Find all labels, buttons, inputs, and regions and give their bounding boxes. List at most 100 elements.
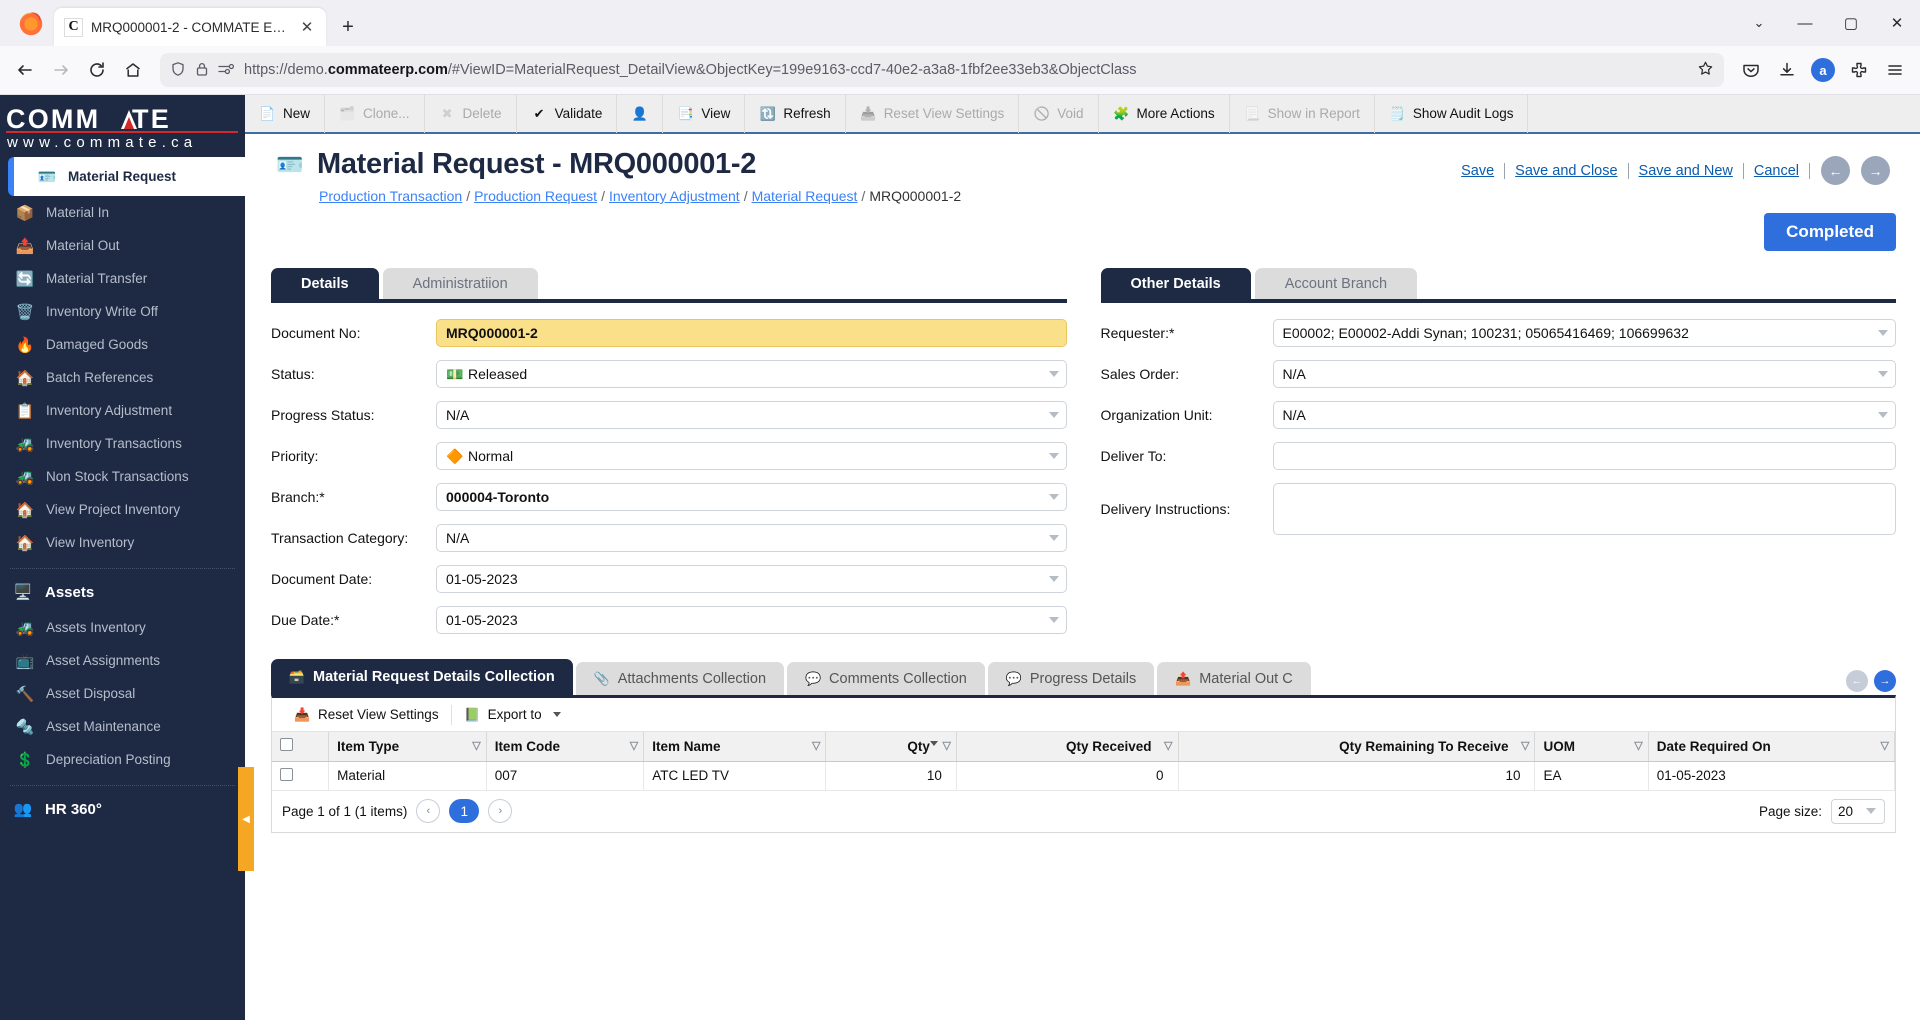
home-button[interactable]: [116, 53, 150, 87]
url-bar[interactable]: https://demo.commateerp.com/#ViewID=Mate…: [160, 53, 1724, 87]
row-select-cell[interactable]: [272, 761, 329, 790]
chevron-down-icon[interactable]: [1878, 330, 1888, 336]
details-tab-details[interactable]: Details: [271, 268, 379, 299]
toolbar-person[interactable]: 👤: [617, 94, 663, 133]
collection-tabs-prev[interactable]: ←: [1846, 670, 1868, 692]
chevron-down-icon[interactable]: [1049, 371, 1059, 377]
browser-tab[interactable]: C MRQ000001-2 - COMMATE ERP ✕: [54, 8, 326, 46]
breadcrumb-item-inventory-adjustment[interactable]: Inventory Adjustment: [609, 188, 740, 204]
pager-prev-button[interactable]: ‹: [416, 799, 440, 823]
toolbar-view[interactable]: 📑View: [663, 94, 745, 133]
sidebar-item-asset-maintenance[interactable]: 🔩Asset Maintenance: [0, 710, 245, 743]
url-text[interactable]: https://demo.commateerp.com/#ViewID=Mate…: [244, 62, 1688, 78]
maximize-button[interactable]: ▢: [1828, 0, 1874, 46]
account-badge[interactable]: a: [1811, 58, 1835, 82]
sidebar-collapse-handle[interactable]: ◀: [238, 767, 254, 871]
breadcrumb-item-production-transaction[interactable]: Production Transaction: [319, 188, 462, 204]
toolbar-new[interactable]: 📄New: [245, 94, 325, 133]
column-header-qty-remaining-to-receive[interactable]: Qty Remaining To Receive▽: [1178, 732, 1535, 761]
tab-close-icon[interactable]: ✕: [298, 18, 316, 36]
cancel-link[interactable]: Cancel: [1744, 163, 1810, 179]
save-and-new-link[interactable]: Save and New: [1629, 163, 1744, 179]
other-details-field-delivery-instructions[interactable]: [1273, 483, 1897, 535]
details-field-document-no[interactable]: MRQ000001-2: [436, 319, 1067, 347]
other-details-field-requester[interactable]: E00002; E00002-Addi Synan; 100231; 05065…: [1273, 319, 1897, 347]
column-filter-icon[interactable]: ▽: [630, 739, 638, 752]
column-header-date-required-on[interactable]: Date Required On▽: [1648, 732, 1894, 761]
details-field-progress-status[interactable]: N/A: [436, 401, 1067, 429]
toolbar-validate[interactable]: ✔Validate: [517, 94, 618, 133]
sidebar-item-damaged-goods[interactable]: 🔥Damaged Goods: [0, 328, 245, 361]
column-header-uom[interactable]: UOM▽: [1535, 732, 1648, 761]
sidebar-item-material-out[interactable]: 📤Material Out: [0, 229, 245, 262]
table-row[interactable]: Material007ATC LED TV10010EA01-05-2023: [272, 761, 1895, 790]
sidebar-item-asset-assignments[interactable]: 📺Asset Assignments: [0, 644, 245, 677]
collection-tab-material-out-c[interactable]: 📤Material Out C: [1157, 662, 1310, 695]
collection-tab-comments-collection[interactable]: 💬Comments Collection: [787, 662, 985, 695]
sidebar-item-view-project-inventory[interactable]: 🏠View Project Inventory: [0, 493, 245, 526]
sidebar-item-non-stock-transactions[interactable]: 🚜Non Stock Transactions: [0, 460, 245, 493]
downloads-icon[interactable]: [1770, 53, 1804, 87]
sidebar-item-inventory-adjustment[interactable]: 📋Inventory Adjustment: [0, 394, 245, 427]
sidebar-group-assets[interactable]: 🖥️ Assets: [0, 573, 245, 611]
column-header-item-code[interactable]: Item Code▽: [486, 732, 644, 761]
sidebar-item-depreciation-posting[interactable]: 💲Depreciation Posting: [0, 743, 245, 776]
sidebar-item-inventory-transactions[interactable]: 🚜Inventory Transactions: [0, 427, 245, 460]
sort-arrow-icon[interactable]: [930, 741, 938, 746]
column-header-item-name[interactable]: Item Name▽: [644, 732, 826, 761]
extensions-icon[interactable]: [1842, 53, 1876, 87]
chevron-down-icon[interactable]: [1049, 617, 1059, 623]
breadcrumb-item-material-request[interactable]: Material Request: [752, 188, 858, 204]
sidebar-item-view-inventory[interactable]: 🏠View Inventory: [0, 526, 245, 559]
pager-next-button[interactable]: ›: [488, 799, 512, 823]
sidebar-item-material-in[interactable]: 📦Material In: [0, 196, 245, 229]
pocket-icon[interactable]: [1734, 53, 1768, 87]
details-field-transaction-category[interactable]: N/A: [436, 524, 1067, 552]
chevron-down-icon[interactable]: [1878, 371, 1888, 377]
column-filter-icon[interactable]: ▽: [942, 739, 950, 752]
column-filter-icon[interactable]: ▽: [472, 739, 480, 752]
sidebar-item-material-transfer[interactable]: 🔄Material Transfer: [0, 262, 245, 295]
select-all-checkbox[interactable]: [280, 738, 293, 751]
column-header-qty-received[interactable]: Qty Received▽: [956, 732, 1178, 761]
column-filter-icon[interactable]: ▽: [1881, 739, 1889, 752]
toolbar-more-actions[interactable]: 🧩More Actions: [1099, 94, 1230, 133]
column-filter-icon[interactable]: ▽: [1521, 739, 1529, 752]
commate-logo[interactable]: COMM TE www.commate.ca: [0, 95, 245, 157]
app-menu-icon[interactable]: [1878, 53, 1912, 87]
reload-button[interactable]: [80, 53, 114, 87]
collection-tab-material-request-details-collection[interactable]: 🗃️Material Request Details Collection: [271, 659, 573, 695]
column-header-select[interactable]: [272, 732, 329, 761]
sidebar-group-hr[interactable]: 👥 HR 360°: [0, 790, 245, 828]
sidebar-item-material-request[interactable]: 🪪 Material Request: [8, 157, 245, 196]
chevron-down-icon[interactable]: [553, 712, 561, 717]
collection-tab-attachments-collection[interactable]: 📎Attachments Collection: [576, 662, 784, 695]
list-all-tabs-icon[interactable]: ⌄: [1736, 0, 1782, 46]
other-details-field-deliver-to[interactable]: [1273, 442, 1897, 470]
other-details-field-sales-order[interactable]: N/A: [1273, 360, 1897, 388]
column-filter-icon[interactable]: ▽: [812, 739, 820, 752]
column-filter-icon[interactable]: ▽: [1634, 739, 1642, 752]
account-icon[interactable]: a: [1806, 53, 1840, 87]
page-size-select[interactable]: 20: [1831, 799, 1885, 824]
details-field-due-date[interactable]: 01-05-2023: [436, 606, 1067, 634]
chevron-down-icon[interactable]: [1049, 494, 1059, 500]
chevron-down-icon[interactable]: [1049, 576, 1059, 582]
next-record-button[interactable]: →: [1861, 156, 1890, 185]
chevron-down-icon[interactable]: [1049, 453, 1059, 459]
grid-toolbar-export-to[interactable]: 📗Export to: [452, 706, 573, 723]
close-window-button[interactable]: ✕: [1874, 0, 1920, 46]
back-button[interactable]: [8, 53, 42, 87]
details-field-priority[interactable]: 🔶Normal: [436, 442, 1067, 470]
other-details-field-organization-unit[interactable]: N/A: [1273, 401, 1897, 429]
grid-toolbar-reset-view-settings[interactable]: 📥Reset View Settings: [282, 706, 451, 723]
details-field-branch[interactable]: 000004-Toronto: [436, 483, 1067, 511]
save-link[interactable]: Save: [1451, 163, 1505, 179]
details-field-status[interactable]: 💵Released: [436, 360, 1067, 388]
save-and-close-link[interactable]: Save and Close: [1505, 163, 1628, 179]
collection-tabs-next[interactable]: →: [1874, 670, 1896, 692]
details-tab-administratiion[interactable]: Administratiion: [383, 268, 538, 299]
chevron-down-icon[interactable]: [1049, 412, 1059, 418]
column-header-item-type[interactable]: Item Type▽: [329, 732, 487, 761]
toolbar-show-audit-logs[interactable]: 🗒️Show Audit Logs: [1375, 94, 1529, 133]
